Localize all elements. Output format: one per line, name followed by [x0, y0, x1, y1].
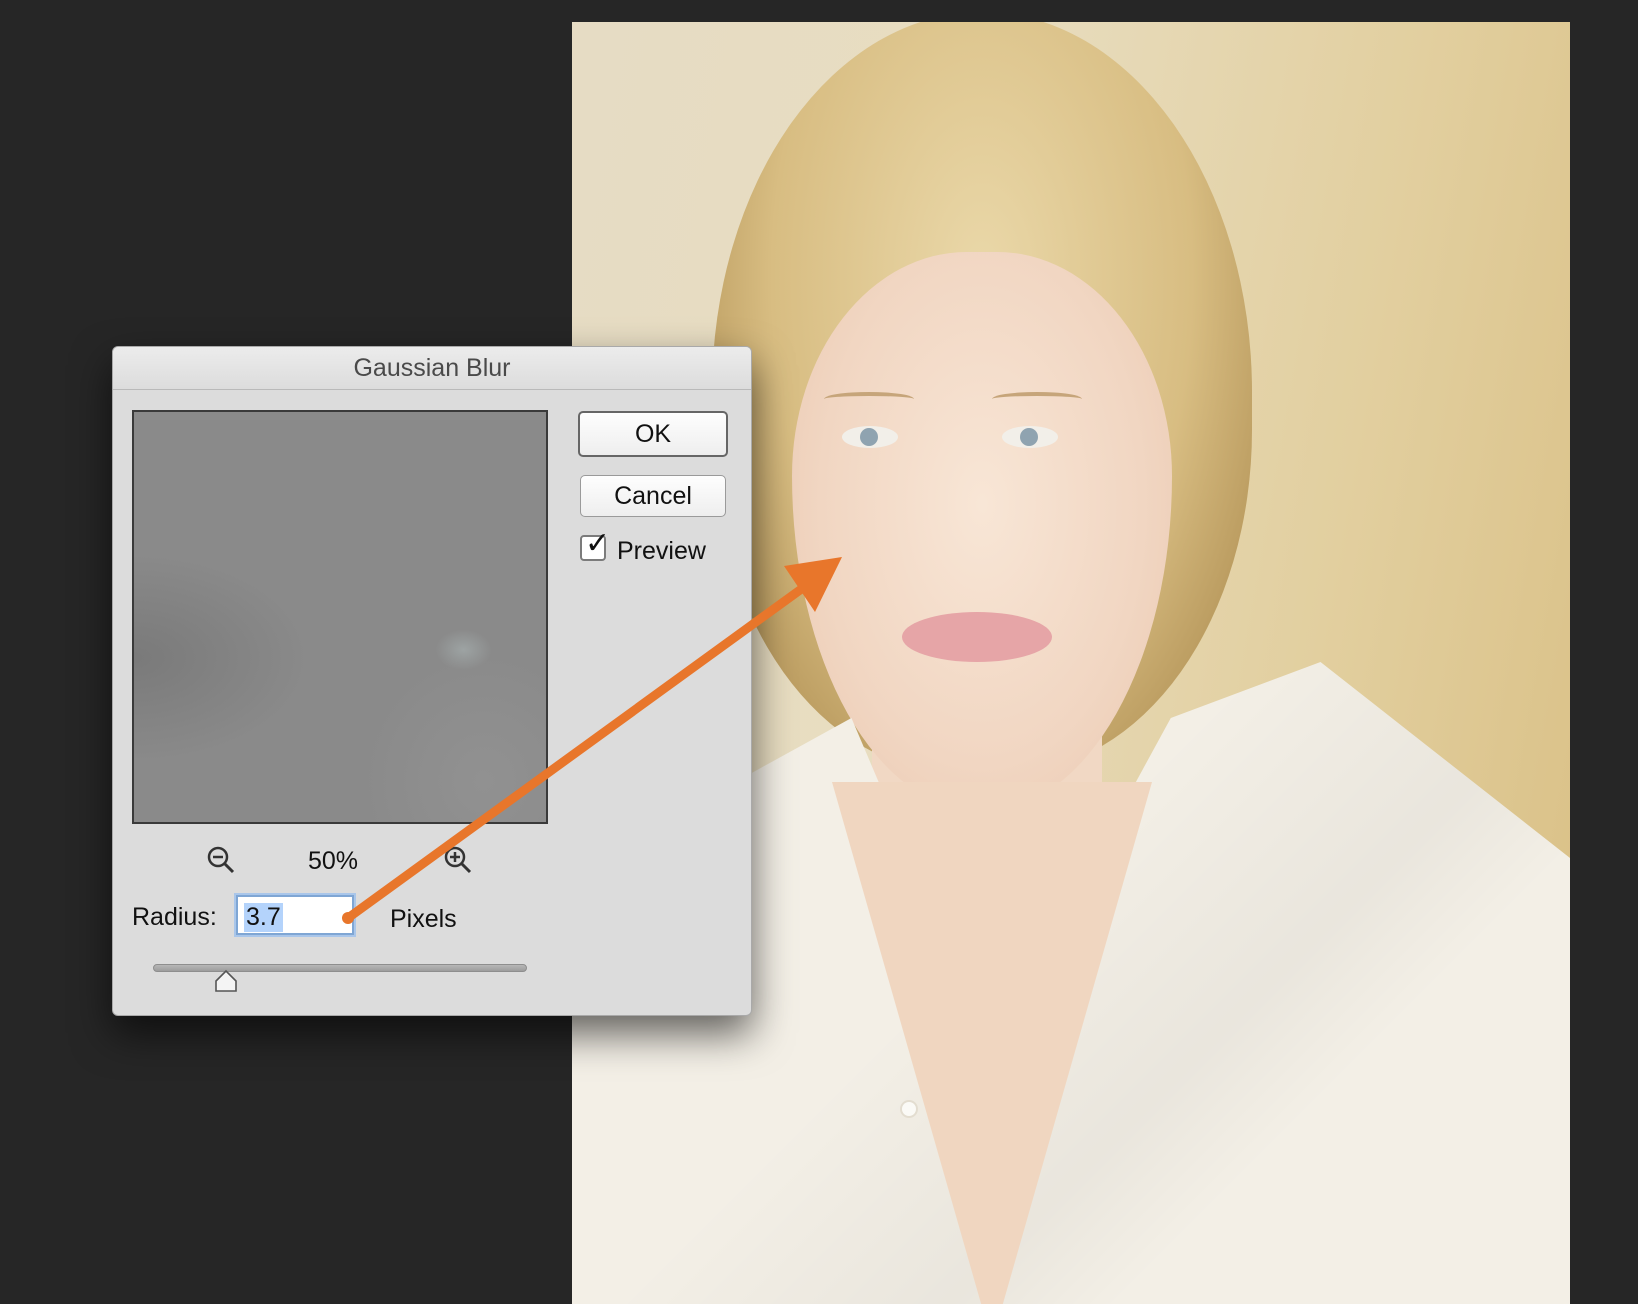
radius-slider-track[interactable] — [153, 964, 527, 972]
radius-input[interactable]: 3.7 — [236, 895, 354, 935]
photo-brow-left — [824, 392, 914, 406]
photo-eye-left — [842, 426, 898, 448]
ok-button[interactable]: OK — [578, 411, 728, 457]
radius-unit-label: Pixels — [390, 905, 457, 933]
radius-label: Radius: — [132, 903, 217, 931]
gaussian-blur-dialog: Gaussian Blur 50% Radius: 3.7 Pixels OK … — [112, 346, 752, 1016]
photo-brow-right — [992, 392, 1082, 406]
radius-value[interactable]: 3.7 — [244, 903, 283, 932]
cancel-button[interactable]: Cancel — [580, 475, 726, 517]
radius-slider-thumb[interactable] — [213, 969, 239, 993]
filter-preview-pane[interactable] — [132, 410, 548, 824]
dialog-titlebar[interactable]: Gaussian Blur — [113, 347, 751, 390]
zoom-out-icon[interactable] — [206, 845, 236, 875]
zoom-controls: 50% — [113, 841, 573, 881]
preview-checkbox-label: Preview — [617, 537, 706, 565]
zoom-in-icon[interactable] — [443, 845, 473, 875]
preview-checkbox[interactable]: ✓ — [580, 529, 610, 561]
checkmark-icon: ✓ — [585, 527, 611, 560]
zoom-level: 50% — [308, 847, 359, 875]
photo-lips — [902, 612, 1052, 662]
photo-eye-right — [1002, 426, 1058, 448]
dialog-title: Gaussian Blur — [353, 353, 511, 382]
photo-pendant — [902, 1102, 916, 1116]
